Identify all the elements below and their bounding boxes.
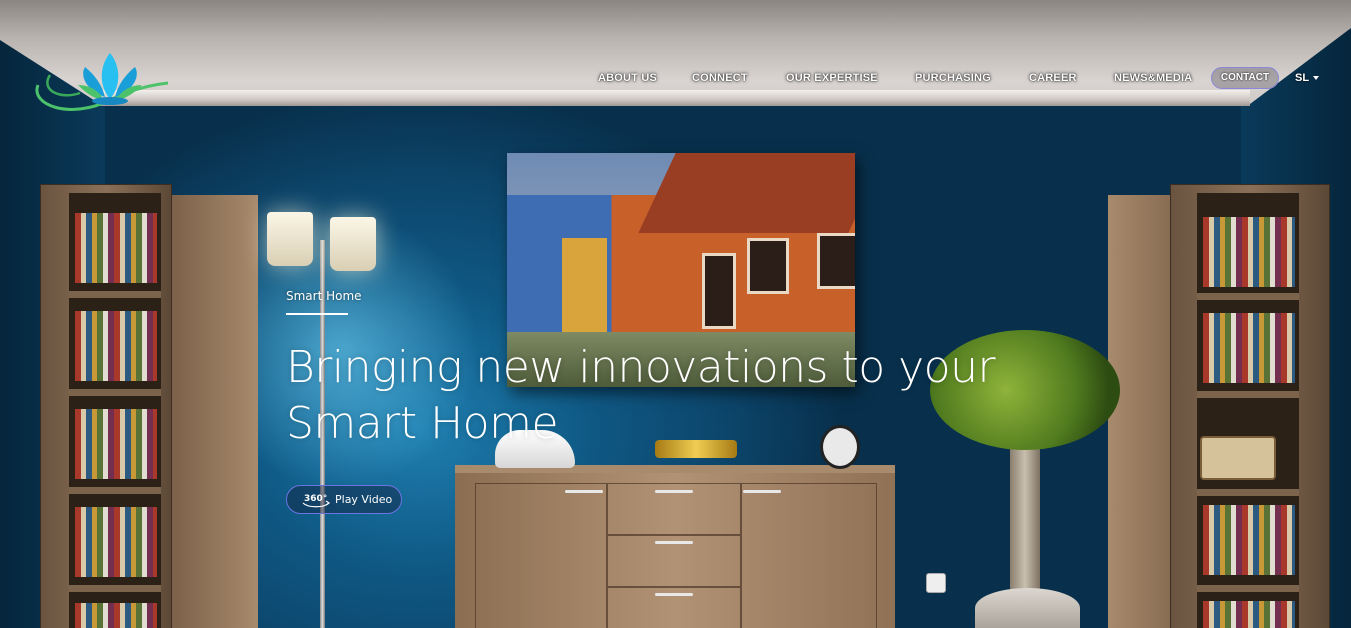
right-bookshelf	[1170, 184, 1330, 628]
left-bookshelf	[40, 184, 172, 628]
main-navigation: ABOUT US CONNECT OUR EXPERTISE PURCHASIN…	[0, 67, 1351, 91]
eyebrow-underline	[286, 313, 348, 315]
nav-career[interactable]: CAREER	[1029, 72, 1077, 84]
language-selector[interactable]: SL	[1295, 72, 1320, 84]
ceiling-molding	[100, 90, 1250, 106]
caret-down-icon	[1313, 76, 1320, 81]
language-label: SL	[1295, 72, 1310, 84]
bonsai-trunk	[1010, 430, 1040, 600]
left-bookshelf-side	[168, 195, 258, 628]
nav-purchasing[interactable]: PURCHASING	[915, 72, 991, 84]
wooden-dresser	[455, 465, 895, 628]
lamp-shade	[330, 217, 376, 271]
360-icon-text: 360°	[304, 494, 327, 504]
plant-pot	[975, 588, 1080, 628]
hero-headline: Bringing new innovations to your Smart H…	[286, 340, 1006, 452]
nav-about-us[interactable]: ABOUT US	[598, 72, 657, 84]
lamp-shade	[267, 212, 313, 266]
hero-background	[0, 0, 1351, 628]
headline-line-1: Bringing new innovations to your	[286, 342, 996, 393]
wall-socket	[926, 573, 946, 593]
360-icon: 360°	[302, 494, 331, 508]
nav-our-expertise[interactable]: OUR EXPERTISE	[786, 72, 878, 84]
nav-news-media[interactable]: NEWS&MEDIA	[1114, 72, 1192, 84]
play-video-label: Play Video	[335, 493, 393, 506]
vintage-radio	[1200, 436, 1276, 480]
contact-button[interactable]: CONTACT	[1211, 67, 1279, 89]
hero-eyebrow: Smart Home	[286, 289, 362, 303]
headline-line-2: Smart Home	[286, 398, 559, 449]
nav-connect[interactable]: CONNECT	[692, 72, 748, 84]
play-video-button[interactable]: 360° Play Video	[286, 485, 402, 514]
